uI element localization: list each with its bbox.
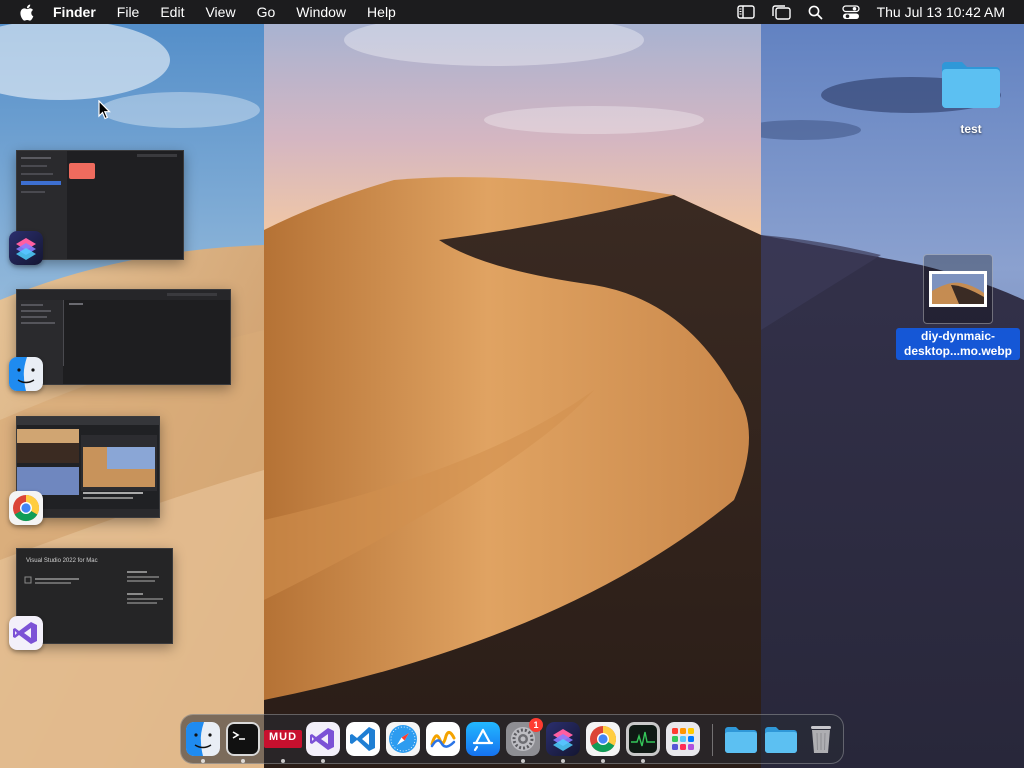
dock-vscode-icon[interactable] bbox=[346, 722, 380, 756]
dock-mud-icon[interactable]: MUD bbox=[264, 722, 302, 756]
running-indicator bbox=[321, 759, 325, 763]
desktop-file-label: diy-dynmaic- desktop...mo.webp bbox=[896, 328, 1020, 360]
desktop-file-webp[interactable]: diy-dynmaic- desktop...mo.webp bbox=[896, 254, 1020, 360]
file-label-line-1: diy-dynmaic- bbox=[916, 329, 999, 344]
notification-badge: 1 bbox=[529, 718, 543, 732]
apple-logo-icon[interactable] bbox=[19, 4, 35, 21]
menu-help[interactable]: Help bbox=[367, 4, 396, 20]
visual-studio-icon[interactable] bbox=[9, 616, 43, 650]
dock: MUD 1 bbox=[180, 714, 844, 764]
file-label-line-2: desktop...mo.webp bbox=[900, 344, 1017, 359]
menu-window[interactable]: Window bbox=[296, 4, 346, 20]
running-indicator bbox=[521, 759, 525, 763]
search-icon[interactable] bbox=[805, 3, 827, 21]
sidebar-icon[interactable] bbox=[735, 3, 757, 21]
chrome-icon[interactable] bbox=[9, 491, 43, 525]
dock-app-store-icon[interactable] bbox=[466, 722, 500, 756]
dock-safari-icon[interactable] bbox=[386, 722, 420, 756]
running-indicator bbox=[641, 759, 645, 763]
menu-go[interactable]: Go bbox=[257, 4, 276, 20]
wallpaper-panel-dusk bbox=[264, 0, 761, 768]
menu-file[interactable]: File bbox=[117, 4, 140, 20]
dock-downloads-folder-icon[interactable] bbox=[764, 722, 798, 756]
folder-icon bbox=[940, 58, 1002, 110]
dock-divider bbox=[712, 724, 713, 756]
mud-label: MUD bbox=[268, 731, 298, 743]
dock-visual-studio-icon[interactable] bbox=[306, 722, 340, 756]
control-center-icon[interactable] bbox=[840, 3, 862, 21]
running-indicator bbox=[601, 759, 605, 763]
mouse-cursor-icon bbox=[98, 99, 112, 120]
dock-launchpad-icon[interactable] bbox=[666, 722, 700, 756]
dock-activity-monitor-icon[interactable] bbox=[626, 722, 660, 756]
menu-view[interactable]: View bbox=[205, 4, 235, 20]
stage-manager-icon[interactable] bbox=[770, 3, 792, 21]
dock-applications-folder-icon[interactable] bbox=[724, 722, 758, 756]
dock-trash-icon[interactable] bbox=[804, 722, 838, 756]
menu-app-name[interactable]: Finder bbox=[53, 4, 96, 20]
running-indicator bbox=[281, 759, 285, 763]
finder-icon[interactable] bbox=[9, 357, 43, 391]
desktop-item-label: test bbox=[960, 122, 982, 136]
dock-terminal-icon[interactable] bbox=[226, 722, 260, 756]
menu-bar: Finder File Edit View Go Window Help Thu… bbox=[0, 0, 1024, 24]
image-file-icon bbox=[923, 254, 993, 324]
dock-finder-icon[interactable] bbox=[186, 722, 220, 756]
running-indicator bbox=[201, 759, 205, 763]
desktop-folder-test[interactable]: test bbox=[936, 58, 1006, 136]
thumbnail-title: Visual Studio 2022 for Mac bbox=[26, 558, 98, 564]
dock-shortcuts-icon[interactable] bbox=[546, 722, 580, 756]
shortcuts-icon[interactable] bbox=[9, 231, 43, 265]
window-thumbnail[interactable] bbox=[16, 289, 231, 385]
menu-bar-clock[interactable]: Thu Jul 13 10:42 AM bbox=[877, 4, 1005, 20]
dock-freeform-icon[interactable] bbox=[426, 722, 460, 756]
menu-edit[interactable]: Edit bbox=[160, 4, 184, 20]
dock-chrome-icon[interactable] bbox=[586, 722, 620, 756]
running-indicator bbox=[241, 759, 245, 763]
running-indicator bbox=[561, 759, 565, 763]
